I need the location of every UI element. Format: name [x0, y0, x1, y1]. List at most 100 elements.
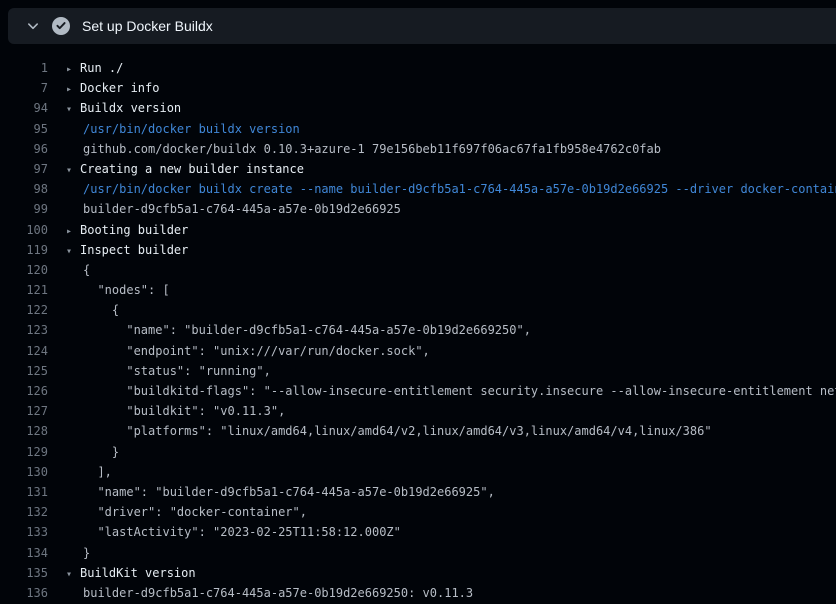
line-number[interactable]: 120 — [0, 260, 48, 280]
log-output-text: builder-d9cfb5a1-c764-445a-a57e-0b19d2e6… — [83, 199, 401, 219]
line-number[interactable]: 128 — [0, 421, 48, 441]
line-number[interactable]: 134 — [0, 543, 48, 563]
log-line: 135 ▾BuildKit version — [0, 563, 836, 583]
step-title: Set up Docker Buildx — [82, 18, 213, 34]
log-output-text: { — [83, 260, 90, 280]
log-line: 133 "lastActivity": "2023-02-25T11:58:12… — [0, 522, 836, 542]
line-number[interactable]: 123 — [0, 320, 48, 340]
line-number[interactable]: 122 — [0, 300, 48, 320]
log-output-text: "lastActivity": "2023-02-25T11:58:12.000… — [83, 522, 401, 542]
log-line: 136 builder-d9cfb5a1-c764-445a-a57e-0b19… — [0, 583, 836, 603]
triangle-down-icon: ▾ — [66, 242, 80, 260]
line-number[interactable]: 129 — [0, 442, 48, 462]
log-group-label: Buildx version — [80, 101, 181, 115]
log-group-label: Run ./ — [80, 61, 123, 75]
log-line: 119 ▾Inspect builder — [0, 240, 836, 260]
log-output-text: "name": "builder-d9cfb5a1-c764-445a-a57e… — [83, 320, 531, 340]
line-number[interactable]: 126 — [0, 381, 48, 401]
log-output-text: "buildkitd-flags": "--allow-insecure-ent… — [83, 381, 836, 401]
log-group-toggle[interactable]: ▾BuildKit version — [66, 563, 196, 583]
log-output-text: "driver": "docker-container", — [83, 502, 307, 522]
log-output-text: "endpoint": "unix:///var/run/docker.sock… — [83, 341, 430, 361]
line-number[interactable]: 1 — [0, 58, 48, 78]
log-group-label: Booting builder — [80, 223, 188, 237]
log-group-label: Inspect builder — [80, 243, 188, 257]
step-header[interactable]: Set up Docker Buildx — [8, 8, 836, 44]
line-number[interactable]: 96 — [0, 139, 48, 159]
triangle-down-icon: ▾ — [66, 100, 80, 118]
chevron-down-icon — [26, 19, 40, 33]
log-group-toggle[interactable]: ▸Docker info — [66, 78, 159, 98]
log-line: 94 ▾Buildx version — [0, 98, 836, 118]
log-output-text: } — [83, 543, 90, 563]
triangle-right-icon: ▸ — [66, 222, 80, 240]
log-line: 1 ▸Run ./ — [0, 58, 836, 78]
log-output-text: ], — [83, 462, 112, 482]
log-output-text: { — [83, 300, 119, 320]
line-number[interactable]: 100 — [0, 220, 48, 240]
log-line: 124 "endpoint": "unix:///var/run/docker.… — [0, 341, 836, 361]
log-line: 127 "buildkit": "v0.11.3", — [0, 401, 836, 421]
log-viewer: 1 ▸Run ./ 7 ▸Docker info 94 ▾Buildx vers… — [0, 44, 836, 603]
log-output-text: "buildkit": "v0.11.3", — [83, 401, 285, 421]
line-number[interactable]: 136 — [0, 583, 48, 603]
log-line: 125 "status": "running", — [0, 361, 836, 381]
line-number[interactable]: 131 — [0, 482, 48, 502]
log-group-label: Docker info — [80, 81, 159, 95]
check-circle-icon — [52, 17, 70, 35]
log-line: 128 "platforms": "linux/amd64,linux/amd6… — [0, 421, 836, 441]
line-number[interactable]: 95 — [0, 119, 48, 139]
log-group-label: BuildKit version — [80, 566, 196, 580]
line-number[interactable]: 132 — [0, 502, 48, 522]
log-output-text: github.com/docker/buildx 0.10.3+azure-1 … — [83, 139, 661, 159]
log-group-toggle[interactable]: ▸Booting builder — [66, 220, 188, 240]
log-line: 132 "driver": "docker-container", — [0, 502, 836, 522]
log-line: 134 } — [0, 543, 836, 563]
log-line: 123 "name": "builder-d9cfb5a1-c764-445a-… — [0, 320, 836, 340]
line-number[interactable]: 133 — [0, 522, 48, 542]
line-number[interactable]: 124 — [0, 341, 48, 361]
log-line: 100 ▸Booting builder — [0, 220, 836, 240]
log-line: 130 ], — [0, 462, 836, 482]
log-command-text: /usr/bin/docker buildx version — [83, 119, 300, 139]
triangle-right-icon: ▸ — [66, 60, 80, 78]
line-number[interactable]: 135 — [0, 563, 48, 583]
line-number[interactable]: 125 — [0, 361, 48, 381]
line-number[interactable]: 98 — [0, 179, 48, 199]
log-line: 7 ▸Docker info — [0, 78, 836, 98]
line-number[interactable]: 94 — [0, 98, 48, 118]
log-output-text: "status": "running", — [83, 361, 271, 381]
log-group-toggle[interactable]: ▾Inspect builder — [66, 240, 188, 260]
line-number[interactable]: 130 — [0, 462, 48, 482]
log-output-text: "name": "builder-d9cfb5a1-c764-445a-a57e… — [83, 482, 495, 502]
log-line: 126 "buildkitd-flags": "--allow-insecure… — [0, 381, 836, 401]
log-line: 129 } — [0, 442, 836, 462]
log-line: 120 { — [0, 260, 836, 280]
line-number[interactable]: 121 — [0, 280, 48, 300]
triangle-down-icon: ▾ — [66, 161, 80, 179]
log-output-text: "nodes": [ — [83, 280, 170, 300]
line-number[interactable]: 127 — [0, 401, 48, 421]
log-line: 96 github.com/docker/buildx 0.10.3+azure… — [0, 139, 836, 159]
triangle-down-icon: ▾ — [66, 565, 80, 583]
line-number[interactable]: 7 — [0, 78, 48, 98]
line-number[interactable]: 119 — [0, 240, 48, 260]
collapse-step-button[interactable] — [22, 15, 44, 37]
log-line: 97 ▾Creating a new builder instance — [0, 159, 836, 179]
log-line: 98 /usr/bin/docker buildx create --name … — [0, 179, 836, 199]
log-line: 131 "name": "builder-d9cfb5a1-c764-445a-… — [0, 482, 836, 502]
log-output-text: builder-d9cfb5a1-c764-445a-a57e-0b19d2e6… — [83, 583, 473, 603]
line-number[interactable]: 99 — [0, 199, 48, 219]
log-output-text: } — [83, 442, 119, 462]
log-group-toggle[interactable]: ▾Creating a new builder instance — [66, 159, 304, 179]
log-line: 121 "nodes": [ — [0, 280, 836, 300]
log-command-text: /usr/bin/docker buildx create --name bui… — [83, 179, 836, 199]
log-line: 122 { — [0, 300, 836, 320]
log-group-toggle[interactable]: ▸Run ./ — [66, 58, 123, 78]
log-line: 99 builder-d9cfb5a1-c764-445a-a57e-0b19d… — [0, 199, 836, 219]
triangle-right-icon: ▸ — [66, 80, 80, 98]
log-line: 95 /usr/bin/docker buildx version — [0, 119, 836, 139]
log-group-label: Creating a new builder instance — [80, 162, 304, 176]
line-number[interactable]: 97 — [0, 159, 48, 179]
log-group-toggle[interactable]: ▾Buildx version — [66, 98, 181, 118]
